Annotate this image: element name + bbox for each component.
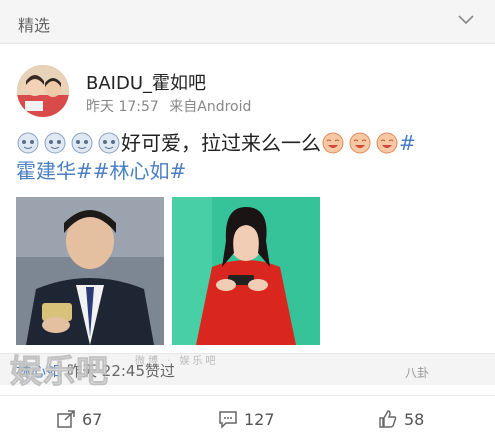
post-time: 昨天 17:57 [86, 99, 159, 115]
top-bar: 精选 [0, 0, 495, 44]
watermark-corner: 八卦 [405, 366, 430, 380]
post-meta: 昨天 17:57 来自Android [86, 96, 257, 116]
share-count: 67 [82, 409, 103, 429]
comment-count: 127 [244, 409, 275, 429]
like-count: 58 [404, 409, 425, 429]
smiley-face-icon [376, 132, 398, 154]
share-icon [57, 410, 75, 428]
thumbs-up-icon [379, 410, 397, 428]
like-button[interactable]: 58 [378, 408, 424, 430]
smiley-face-icon [349, 132, 371, 154]
avatar[interactable] [17, 65, 69, 117]
cloud-face-icon [17, 132, 39, 154]
cloud-face-icon-group [16, 132, 121, 154]
watermark-logo: 娱乐吧 [9, 352, 110, 391]
author-name[interactable]: BAIDU_霍如吧 [86, 69, 206, 95]
post-source: 来自Android [169, 99, 252, 115]
comment-button[interactable]: 127 [218, 408, 275, 430]
smiley-face-icon-group [321, 132, 399, 154]
cloud-face-icon [71, 132, 93, 154]
action-bar: 67 127 58 [0, 395, 495, 441]
hashtag-prefix[interactable]: # [399, 131, 416, 155]
cloud-face-icon [44, 132, 66, 154]
hashtag-line[interactable]: 霍建华##林心如# [16, 159, 186, 183]
smiley-face-icon [322, 132, 344, 154]
share-button[interactable]: 67 [56, 408, 102, 430]
post-content: 好可爱，拉过来么一么 # 霍建华##林心如# [16, 129, 481, 185]
comment-icon [219, 411, 237, 429]
post-text: 好可爱，拉过来么一么 [121, 131, 321, 155]
woman-in-red-costume-with-phone-photo[interactable] [172, 197, 320, 345]
section-title: 精选 [18, 16, 51, 35]
cloud-face-icon [98, 132, 120, 154]
chevron-down-icon[interactable] [457, 14, 475, 26]
watermark-text: 微博 · 娱乐吧 [135, 356, 219, 367]
man-in-suit-with-phone-photo[interactable] [16, 197, 164, 345]
